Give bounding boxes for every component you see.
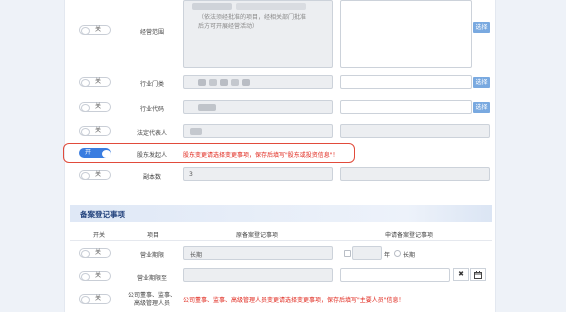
business-scope-new-field[interactable] bbox=[340, 0, 472, 68]
business-scope-toggle[interactable]: 关 bbox=[79, 25, 111, 35]
business-term-label: 营业期限 bbox=[140, 252, 165, 259]
toggle-label: 关 bbox=[95, 78, 102, 85]
industry-code-select-button[interactable]: 选择 bbox=[473, 102, 490, 113]
toggle-label: 关 bbox=[95, 127, 102, 134]
toggle-knob bbox=[81, 104, 90, 112]
toggle-label: 关 bbox=[95, 272, 102, 279]
redacted-text bbox=[209, 79, 217, 86]
shareholders-notice: 股东变更请选择变更事项，保存后填写"股东或投资信息"！ bbox=[183, 152, 339, 159]
clear-icon[interactable]: ✖ bbox=[453, 268, 469, 281]
shareholders-label: 股东发起人 bbox=[137, 152, 168, 159]
business-scope-original-field: （依法须经批准的项目，经相关部门批准后方可开展经营活动） bbox=[183, 0, 333, 68]
redacted-text bbox=[192, 3, 232, 10]
calendar-icon[interactable] bbox=[470, 268, 486, 281]
industry-category-label: 行业门类 bbox=[140, 81, 165, 88]
business-term-end-original-field bbox=[183, 268, 333, 282]
industry-category-new-field[interactable] bbox=[340, 75, 472, 89]
directors-notice: 公司董事、监事、高级管理人员变更请选择变更事项，保存后填写"主要人员"信息！ bbox=[183, 297, 405, 304]
business-term-original-value: 长期 bbox=[190, 252, 203, 259]
legal-rep-original-field bbox=[183, 124, 333, 138]
toggle-label: 关 bbox=[95, 295, 102, 302]
toggle-knob bbox=[81, 296, 90, 304]
redacted-text bbox=[242, 79, 250, 86]
toggle-label: 关 bbox=[95, 171, 102, 178]
col-header-item: 项目 bbox=[147, 232, 160, 239]
redacted-text bbox=[236, 3, 306, 10]
toggle-knob bbox=[81, 27, 90, 35]
long-term-radio[interactable] bbox=[394, 250, 401, 257]
toggle-knob bbox=[102, 150, 111, 158]
redacted-text bbox=[190, 128, 202, 135]
shareholders-toggle[interactable]: 开 bbox=[79, 148, 111, 158]
redacted-text bbox=[220, 79, 228, 86]
toggle-label: 关 bbox=[95, 249, 102, 256]
industry-category-toggle[interactable]: 关 bbox=[79, 77, 111, 87]
legal-rep-toggle[interactable]: 关 bbox=[79, 126, 111, 136]
copies-original-value: 3 bbox=[189, 171, 193, 178]
legal-rep-label: 法定代表人 bbox=[137, 130, 168, 137]
industry-category-select-button[interactable]: 选择 bbox=[473, 77, 490, 88]
toggle-knob bbox=[81, 273, 90, 281]
col-header-toggle: 开关 bbox=[93, 232, 106, 239]
toggle-knob bbox=[81, 172, 90, 180]
copies-original-field: 3 bbox=[183, 167, 333, 181]
industry-code-original-field bbox=[183, 100, 333, 114]
redacted-text bbox=[198, 79, 206, 86]
business-term-end-label: 营业期限至 bbox=[137, 275, 168, 282]
business-term-end-date-input[interactable] bbox=[340, 268, 450, 282]
business-term-original-field: 长期 bbox=[183, 246, 333, 260]
business-term-years-input bbox=[352, 246, 382, 260]
section-header bbox=[70, 205, 492, 222]
business-term-end-toggle[interactable]: 关 bbox=[79, 271, 111, 281]
industry-code-new-field[interactable] bbox=[340, 100, 472, 114]
industry-code-toggle[interactable]: 关 bbox=[79, 102, 111, 112]
business-scope-note: （依法须经批准的项目，经相关部门批准后方可开展经营活动） bbox=[198, 14, 307, 30]
redacted-text bbox=[198, 104, 216, 111]
directors-label: 公司董事、监事、高级管理人员 bbox=[128, 292, 177, 307]
business-term-toggle[interactable]: 关 bbox=[79, 248, 111, 258]
long-term-label: 长期 bbox=[403, 252, 416, 259]
directors-toggle[interactable]: 关 bbox=[79, 294, 111, 304]
section-title: 备案登记事项 bbox=[80, 210, 125, 219]
business-scope-select-button[interactable]: 选择 bbox=[473, 22, 490, 33]
industry-category-original-field bbox=[183, 75, 333, 89]
copies-new-field bbox=[340, 167, 490, 181]
toggle-knob bbox=[81, 250, 90, 258]
industry-code-label: 行业代码 bbox=[140, 106, 165, 113]
business-term-checkbox[interactable] bbox=[344, 250, 351, 257]
toggle-label: 开 bbox=[85, 149, 92, 156]
business-scope-label: 经营范围 bbox=[140, 29, 165, 36]
toggle-knob bbox=[81, 128, 90, 136]
copies-toggle[interactable]: 关 bbox=[79, 170, 111, 180]
col-header-original: 原备案登记事项 bbox=[236, 232, 279, 239]
toggle-label: 关 bbox=[95, 103, 102, 110]
divider bbox=[70, 240, 492, 241]
toggle-knob bbox=[81, 79, 90, 87]
col-header-applied: 申请备案登记事项 bbox=[385, 232, 434, 239]
copies-label: 副本数 bbox=[143, 174, 162, 181]
years-unit-label: 年 bbox=[384, 252, 391, 259]
legal-rep-new-field bbox=[340, 124, 490, 138]
redacted-text bbox=[231, 79, 239, 86]
toggle-label: 关 bbox=[95, 26, 102, 33]
